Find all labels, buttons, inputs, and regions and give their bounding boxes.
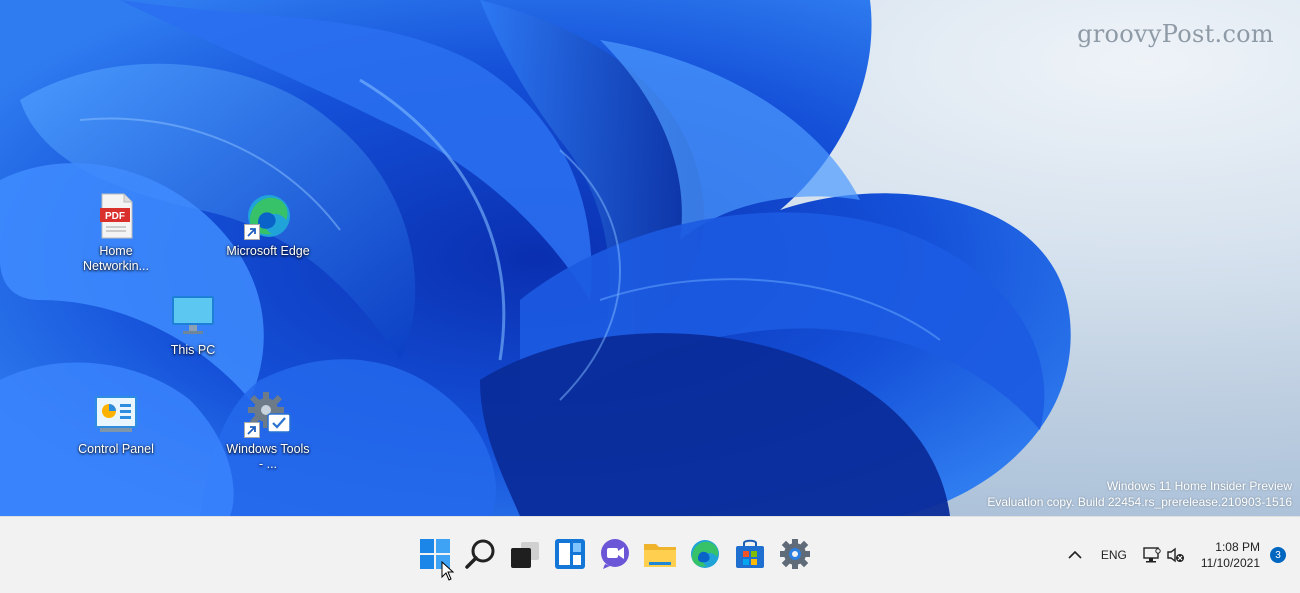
desktop-icon-windows-tools[interactable]: Windows Tools - ... xyxy=(223,390,313,472)
clock-date: 11/10/2021 xyxy=(1200,556,1260,570)
search-button[interactable] xyxy=(461,535,499,573)
evaluation-edition: Windows 11 Home Insider Preview xyxy=(1106,479,1292,493)
chat-button[interactable] xyxy=(596,535,634,573)
task-view-icon xyxy=(511,542,539,568)
desktop-icon-label: Windows Tools - ... xyxy=(226,442,310,471)
settings-button[interactable] xyxy=(776,535,814,573)
control-panel-icon xyxy=(92,390,140,438)
settings-icon xyxy=(780,539,810,569)
edge-taskbar-button[interactable] xyxy=(686,535,724,573)
task-view-button[interactable] xyxy=(506,535,544,573)
watermark: groovyPost.com xyxy=(1077,20,1274,48)
show-hidden-icons-button[interactable] xyxy=(1063,540,1087,570)
desktop-icon-control-panel[interactable]: Control Panel xyxy=(71,390,161,457)
taskbar: ENG 1:08 PM 11/10/2021 3 xyxy=(0,516,1300,593)
desktop-icon-home-networking[interactable]: PDF Home Networkin... xyxy=(71,192,161,274)
desktop-icon-label: This PC xyxy=(170,343,216,357)
evaluation-watermark: Windows 11 Home Insider Preview Evaluati… xyxy=(987,478,1292,510)
pdf-badge-text: PDF xyxy=(105,211,125,222)
gear-check-icon xyxy=(244,390,292,438)
evaluation-build: Evaluation copy. Build 22454.rs_prerelea… xyxy=(987,495,1292,509)
network-status[interactable] xyxy=(1141,540,1163,570)
edge-icon xyxy=(691,540,719,568)
network-icon xyxy=(1143,547,1161,563)
desktop-icon-microsoft-edge[interactable]: Microsoft Edge xyxy=(223,192,313,259)
desktop-icon-label: Home Networkin... xyxy=(83,244,149,273)
mouse-pointer-icon xyxy=(441,561,455,581)
clock[interactable]: 1:08 PM 11/10/2021 xyxy=(1201,539,1260,571)
widgets-button[interactable] xyxy=(551,535,589,573)
pdf-file-icon: PDF xyxy=(92,192,140,240)
shortcut-arrow-icon xyxy=(244,422,260,438)
speaker-muted-icon xyxy=(1167,547,1184,563)
wallpaper-bloom xyxy=(0,0,1071,516)
desktop-icon-this-pc[interactable]: This PC xyxy=(148,291,238,358)
monitor-icon xyxy=(169,291,217,339)
microsoft-store-button[interactable] xyxy=(731,535,769,573)
language-indicator[interactable]: ENG xyxy=(1101,540,1127,570)
chat-icon xyxy=(601,539,629,569)
chevron-up-icon xyxy=(1068,550,1082,559)
widgets-icon xyxy=(555,539,585,569)
shortcut-arrow-icon xyxy=(244,224,260,240)
desktop[interactable]: groovyPost.com PDF Home Networkin... Mic… xyxy=(0,0,1300,516)
desktop-icon-label: Control Panel xyxy=(78,442,154,456)
search-icon xyxy=(465,539,495,569)
store-icon xyxy=(736,539,764,568)
system-tray: ENG 1:08 PM 11/10/2021 3 xyxy=(1063,517,1300,593)
volume-status[interactable] xyxy=(1163,540,1189,570)
notification-badge[interactable]: 3 xyxy=(1270,547,1286,563)
file-explorer-button[interactable] xyxy=(641,535,679,573)
taskbar-apps xyxy=(416,535,814,573)
desktop-icon-label: Microsoft Edge xyxy=(226,244,310,258)
clock-time: 1:08 PM xyxy=(1215,540,1260,554)
edge-icon xyxy=(244,192,292,240)
file-explorer-icon xyxy=(644,544,676,567)
